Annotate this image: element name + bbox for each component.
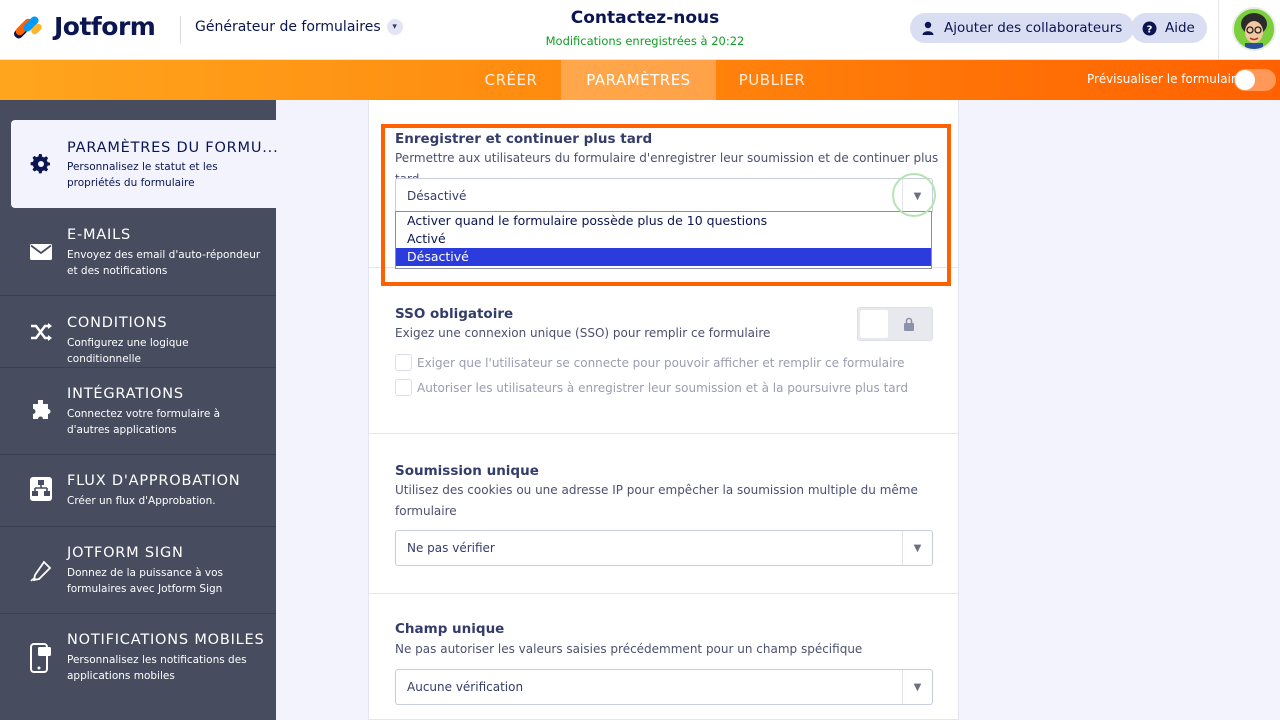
select-value: Aucune vérification xyxy=(407,680,524,694)
checkbox[interactable] xyxy=(395,379,412,396)
sidebar-item-form-settings[interactable]: PARAMÈTRES DU FORMU... Personnalisez le … xyxy=(11,120,279,208)
click-indicator xyxy=(892,173,936,217)
sso-desc: Exigez une connexion unique (SSO) pour r… xyxy=(395,326,771,340)
lock-icon xyxy=(902,316,916,331)
builder-label: Générateur de formulaires xyxy=(195,19,381,35)
sidebar-item-title: JOTFORM SIGN xyxy=(67,545,184,561)
save-continue-options[interactable]: Activer quand le formulaire possède plus… xyxy=(395,211,932,269)
triangle-down-icon: ▼ xyxy=(902,670,932,704)
sidebar-item-desc: Connectez votre formulaire à d'autres ap… xyxy=(67,408,221,436)
tab-create[interactable]: CRÉER xyxy=(468,60,554,100)
flow-icon xyxy=(29,477,53,501)
unique-submission-section: Soumission unique Utilisez des cookies o… xyxy=(369,434,958,594)
sidebar-item-desc: Envoyez des email d'auto-répondeur et de… xyxy=(67,249,261,277)
sidebar-item-approval-flow[interactable]: FLUX D'APPROBATION Créer un flux d'Appro… xyxy=(0,455,276,527)
sidebar-item-desc: Donnez de la puissance à vos formulaires… xyxy=(67,567,223,595)
unique-field-title: Champ unique xyxy=(395,621,505,637)
puzzle-icon xyxy=(29,399,53,423)
sidebar-item-conditions[interactable]: CONDITIONS Configurez une logique condit… xyxy=(0,296,276,368)
sidebar-item-desc: Créer un flux d'Approbation. xyxy=(67,495,216,507)
tab-publish[interactable]: PUBLIER xyxy=(724,60,820,100)
checkbox-label: Exiger que l'utilisateur se connecte pou… xyxy=(417,355,905,370)
logo-text: Jotform xyxy=(54,12,156,41)
checkbox-label: Autoriser les utilisateurs à enregistrer… xyxy=(417,380,908,395)
option-enabled[interactable]: Activé xyxy=(396,230,931,248)
unique-field-section: Champ unique Ne pas autoriser les valeur… xyxy=(369,594,958,720)
unique-field-select[interactable]: Aucune vérification ▼ xyxy=(395,669,933,705)
main-nav: CRÉER PARAMÈTRES PUBLIER Prévisualiser l… xyxy=(0,60,1280,100)
top-header: Jotform Générateur de formulaires ▾ Cont… xyxy=(0,0,1280,60)
pen-icon xyxy=(29,559,53,583)
gear-icon xyxy=(29,152,53,176)
shuffle-icon xyxy=(29,320,53,344)
option-enable-over-10[interactable]: Activer quand le formulaire possède plus… xyxy=(396,212,931,230)
help-button[interactable]: ? Aide xyxy=(1131,13,1207,43)
account-area xyxy=(1218,0,1280,60)
help-icon: ? xyxy=(1141,20,1157,36)
sidebar-item-mobile-notifications[interactable]: NOTIFICATIONS MOBILES Personnalisez les … xyxy=(0,614,276,701)
toggle-knob xyxy=(860,310,888,338)
add-collaborators-button[interactable]: Ajouter des collaborateurs xyxy=(910,13,1135,43)
select-value: Ne pas vérifier xyxy=(407,541,495,555)
svg-text:?: ? xyxy=(1146,24,1152,35)
sidebar-item-emails[interactable]: E-MAILS Envoyez des email d'auto-réponde… xyxy=(0,208,276,296)
sso-section: SSO obligatoire Exigez une connexion uni… xyxy=(369,268,958,434)
user-icon xyxy=(920,20,936,36)
option-disabled[interactable]: Désactivé xyxy=(396,248,931,266)
builder-dropdown[interactable]: Générateur de formulaires ▾ xyxy=(195,19,403,35)
envelope-icon xyxy=(29,240,53,264)
sso-save-continue-option[interactable]: Autoriser les utilisateurs à enregistrer… xyxy=(395,379,908,396)
user-avatar[interactable] xyxy=(1232,7,1276,51)
sidebar-item-desc: Configurez une logique conditionnelle xyxy=(67,337,189,365)
sidebar-item-integrations[interactable]: INTÉGRATIONS Connectez votre formulaire … xyxy=(0,368,276,455)
toggle-knob xyxy=(1235,70,1255,90)
triangle-down-icon: ▼ xyxy=(902,531,932,565)
sso-require-login-option[interactable]: Exiger que l'utilisateur se connecte pou… xyxy=(395,354,904,371)
unique-submission-desc-cont: formulaire xyxy=(395,504,457,518)
sidebar-item-desc: Personnalisez les notifications des appl… xyxy=(67,654,247,682)
tab-settings[interactable]: PARAMÈTRES xyxy=(561,60,716,100)
sidebar-item-title: PARAMÈTRES DU FORMU... xyxy=(67,140,279,156)
help-label: Aide xyxy=(1165,20,1195,36)
unique-submission-select[interactable]: Ne pas vérifier ▼ xyxy=(395,530,933,566)
checkbox[interactable] xyxy=(395,354,412,371)
sidebar-item-title: CONDITIONS xyxy=(67,315,168,331)
form-title-block: Contactez-nous Modifications enregistrée… xyxy=(445,8,845,48)
saved-status: Modifications enregistrées à 20:22 xyxy=(545,34,745,48)
sidebar-item-jotform-sign[interactable]: JOTFORM SIGN Donnez de la puissance à vo… xyxy=(0,527,276,614)
sidebar-item-title: FLUX D'APPROBATION xyxy=(67,473,241,489)
mobile-icon xyxy=(29,642,53,674)
unique-submission-title: Soumission unique xyxy=(395,463,539,479)
unique-field-desc: Ne pas autoriser les valeurs saisies pré… xyxy=(395,642,863,656)
sso-toggle[interactable] xyxy=(857,307,933,341)
jotform-logo-icon xyxy=(12,13,44,41)
sidebar-item-title: INTÉGRATIONS xyxy=(67,386,184,402)
sidebar-item-title: NOTIFICATIONS MOBILES xyxy=(67,632,265,648)
chevron-down-icon: ▾ xyxy=(386,19,403,35)
preview-toggle[interactable] xyxy=(1234,69,1276,91)
sso-title: SSO obligatoire xyxy=(395,306,514,322)
preview-label: Prévisualiser le formulaire xyxy=(1087,72,1243,86)
form-title[interactable]: Contactez-nous xyxy=(445,8,845,28)
jotform-logo[interactable]: Jotform xyxy=(12,12,156,41)
settings-sidebar: PARAMÈTRES DU FORMU... Personnalisez le … xyxy=(0,100,279,720)
sidebar-item-desc: Personnalisez le statut et les propriété… xyxy=(67,161,218,189)
unique-submission-desc: Utilisez des cookies ou une adresse IP p… xyxy=(395,483,918,497)
header-divider xyxy=(180,16,181,44)
add-collaborators-label: Ajouter des collaborateurs xyxy=(944,20,1123,36)
sidebar-item-title: E-MAILS xyxy=(67,227,131,243)
